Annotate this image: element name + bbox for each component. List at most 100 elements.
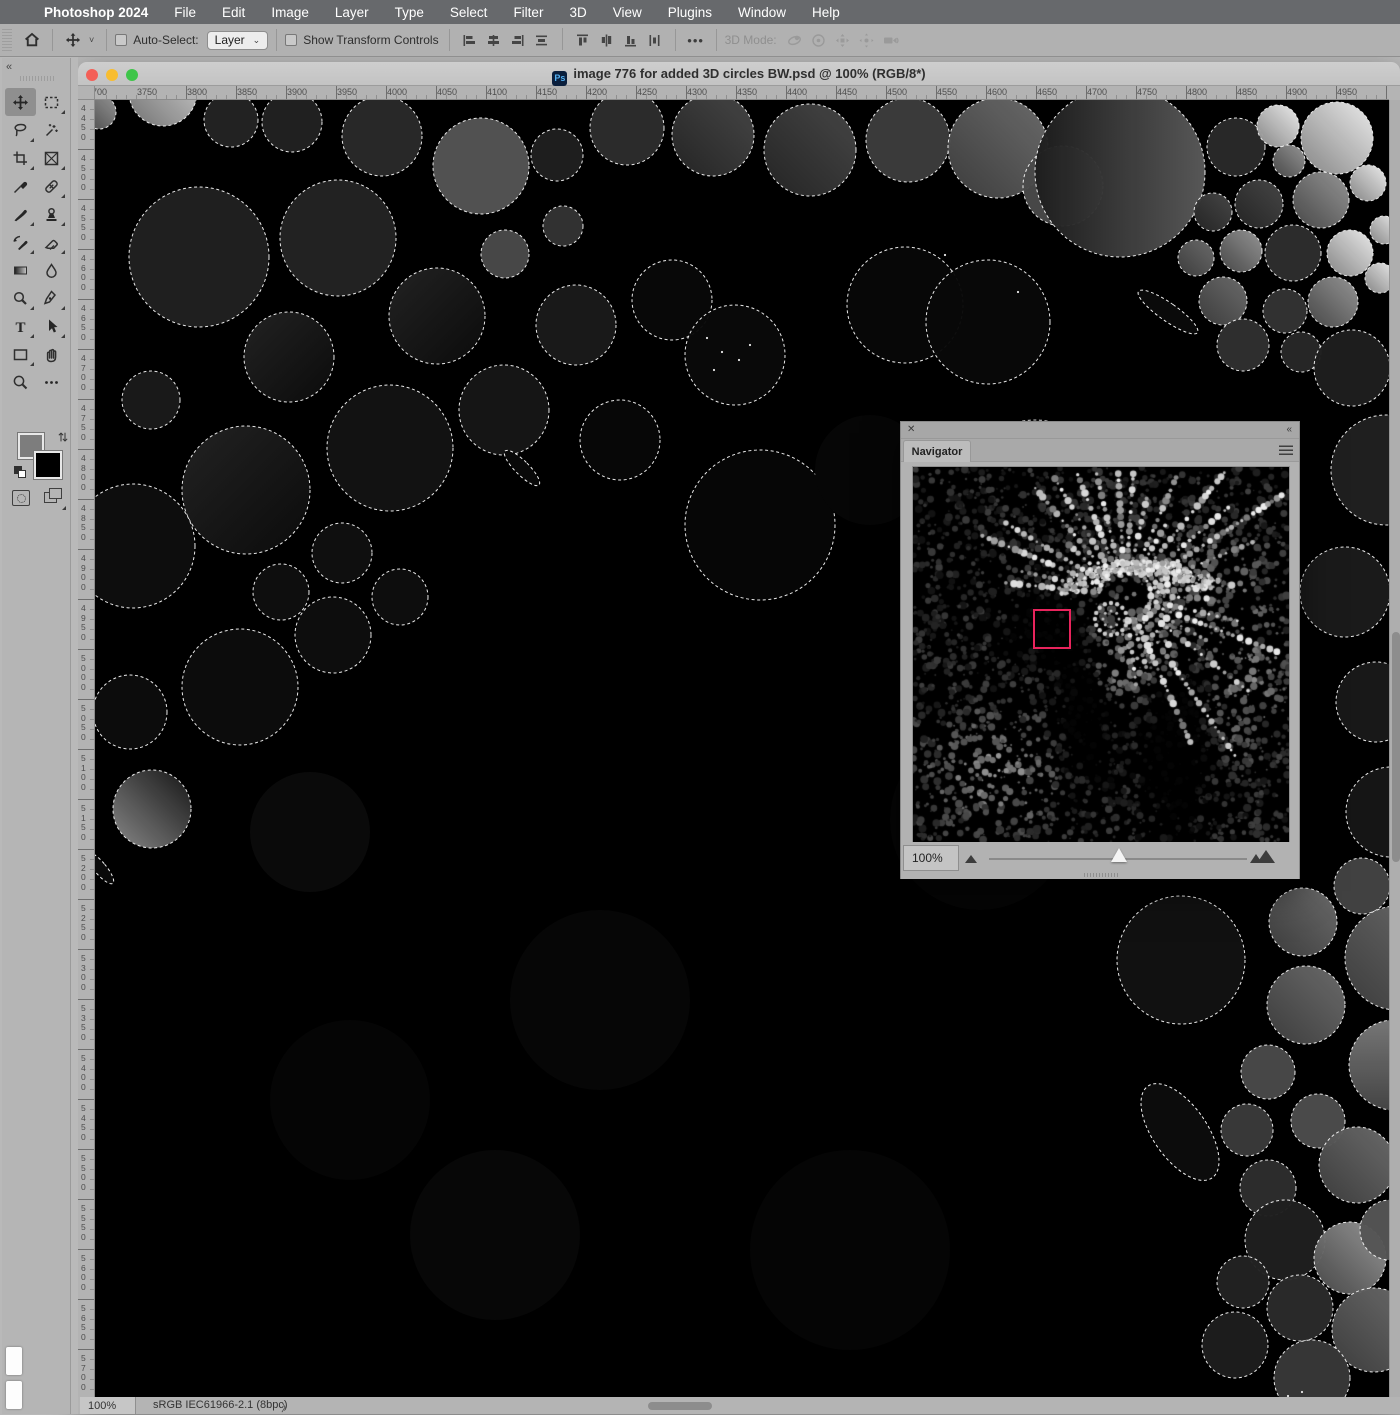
vruler-label: 5 6 5 0 xyxy=(81,1303,86,1342)
align-horizontal-centers-icon[interactable] xyxy=(482,28,506,52)
hand-icon xyxy=(46,348,57,362)
tool-move[interactable] xyxy=(5,88,36,116)
screen-mode-button[interactable] xyxy=(44,488,66,510)
hruler-label: 3800 xyxy=(187,87,208,97)
tool-flyout-icon xyxy=(61,194,65,198)
tool-crop[interactable] xyxy=(5,144,36,172)
menu-item-edit[interactable]: Edit xyxy=(222,5,245,20)
tool-flyout-icon xyxy=(30,250,34,254)
tool-zoom[interactable] xyxy=(5,368,36,396)
horizontal-ruler[interactable]: 3700 3750 3800 3850 3900 3950 4000 4050 4100 4150… xyxy=(95,86,1389,100)
options-bar-grip[interactable] xyxy=(2,29,12,51)
show-transform-checkbox[interactable] xyxy=(285,34,298,46)
menu-item-plugins[interactable]: Plugins xyxy=(668,5,712,20)
vertical-ruler[interactable]: 4 4 5 0 4 5 0 0 4 5 5 0 4 6 0 0 4 6 5 0 4 7 0… xyxy=(78,100,95,1397)
tool-dodge[interactable] xyxy=(5,284,36,312)
menu-item-filter[interactable]: Filter xyxy=(513,5,543,20)
menu-item-type[interactable]: Type xyxy=(395,5,424,20)
hruler-label: 4300 xyxy=(687,87,708,97)
menu-item-view[interactable]: View xyxy=(613,5,642,20)
distribute-vertical-icon[interactable] xyxy=(643,28,667,52)
status-chevron-icon[interactable]: 〉 xyxy=(281,1399,292,1415)
tool-type[interactable]: T xyxy=(5,312,36,340)
zoom-out-icon[interactable] xyxy=(965,855,977,863)
horizontal-scrollbar-thumb[interactable] xyxy=(648,1402,712,1410)
collapse-panel-icon[interactable]: « xyxy=(1286,424,1291,435)
docked-panel-placeholder[interactable] xyxy=(6,1347,22,1375)
vertical-scrollbar[interactable] xyxy=(1389,100,1400,1397)
menu-items: File Edit Image Layer Type Select Filter 3D View… xyxy=(148,5,840,20)
tool-rectangular-marquee[interactable] xyxy=(36,88,67,116)
tool-history-brush[interactable] xyxy=(5,228,36,256)
tool-healing-brush[interactable] xyxy=(36,172,67,200)
vertical-scrollbar-thumb[interactable] xyxy=(1391,632,1400,862)
menu-item-select[interactable]: Select xyxy=(450,5,488,20)
swap-colors-icon[interactable]: ⇄ xyxy=(56,432,70,442)
menu-item-image[interactable]: Image xyxy=(271,5,309,20)
tool-magic-wand[interactable] xyxy=(36,116,67,144)
menu-item-layer[interactable]: Layer xyxy=(335,5,369,20)
navigator-zoom-slider-thumb[interactable] xyxy=(1111,848,1127,862)
menu-item-file[interactable]: File xyxy=(174,5,196,20)
move-tool-preset-icon[interactable] xyxy=(61,28,85,52)
docked-panel-placeholder[interactable] xyxy=(6,1381,22,1409)
align-bottom-edges-icon[interactable] xyxy=(619,28,643,52)
zoom-level-field[interactable]: 100% xyxy=(80,1397,136,1414)
auto-select-dropdown[interactable]: Layer ⌄ xyxy=(206,30,269,50)
tool-lasso[interactable] xyxy=(5,116,36,144)
tool-pen[interactable] xyxy=(36,284,67,312)
tool-gradient[interactable] xyxy=(5,256,36,284)
hruler-label: 4900 xyxy=(1287,87,1308,97)
hruler-label: 4650 xyxy=(1037,87,1058,97)
tool-eraser[interactable] xyxy=(36,228,67,256)
tools-panel-grip[interactable] xyxy=(20,76,54,81)
align-icons-group xyxy=(458,28,667,52)
align-middle-icon[interactable] xyxy=(530,28,554,52)
magic-wand-icon xyxy=(45,123,58,136)
tool-hand[interactable] xyxy=(36,340,67,368)
path-select-icon xyxy=(49,319,58,332)
menu-item-3d[interactable]: 3D xyxy=(569,5,586,20)
tool-rectangle[interactable] xyxy=(5,340,36,368)
tool-grid: T xyxy=(5,88,68,396)
navigator-zoom-field[interactable]: 100% xyxy=(903,845,959,871)
show-transform-label: Show Transform Controls xyxy=(303,33,439,47)
app-menu-title[interactable]: Photoshop 2024 xyxy=(44,5,148,20)
navigator-thumbnail[interactable] xyxy=(912,466,1290,843)
align-top-edges-icon[interactable] xyxy=(571,28,595,52)
navigator-proxy-view-rect[interactable] xyxy=(1033,609,1071,649)
brush-icon xyxy=(14,209,27,221)
zoom-in-icon[interactable] xyxy=(1257,850,1275,863)
tool-clone-stamp[interactable] xyxy=(36,200,67,228)
menu-item-window[interactable]: Window xyxy=(738,5,786,20)
panel-menu-icon[interactable] xyxy=(1279,445,1293,455)
menu-item-help[interactable]: Help xyxy=(812,5,840,20)
tool-eyedropper[interactable] xyxy=(5,172,36,200)
collapse-tools-icon[interactable]: « xyxy=(6,61,12,73)
default-colors-icon[interactable] xyxy=(14,466,27,479)
close-panel-icon[interactable]: ✕ xyxy=(907,424,915,435)
tool-blur[interactable] xyxy=(36,256,67,284)
tool-edit-toolbar[interactable] xyxy=(36,368,67,396)
ruler-corner[interactable] xyxy=(78,86,95,100)
panel-resize-grip[interactable] xyxy=(1084,873,1118,877)
quick-mask-button[interactable] xyxy=(12,490,30,506)
tool-frame[interactable] xyxy=(36,144,67,172)
preset-chevron-icon[interactable]: ˅ xyxy=(89,35,94,45)
tool-path-select[interactable] xyxy=(36,312,67,340)
document-title-bar[interactable]: Ps image 776 for added 3D circles BW.psd … xyxy=(78,62,1400,86)
hruler-label: 3900 xyxy=(287,87,308,97)
3d-mode-label: 3D Mode: xyxy=(724,33,777,47)
align-right-edges-icon[interactable] xyxy=(506,28,530,52)
hruler-label: 4250 xyxy=(637,87,658,97)
align-left-edges-icon[interactable] xyxy=(458,28,482,52)
document-title-text: image 776 for added 3D circles BW.psd @ … xyxy=(573,66,926,81)
distribute-horizontal-icon[interactable] xyxy=(595,28,619,52)
lasso-icon xyxy=(14,123,27,136)
tab-navigator[interactable]: Navigator xyxy=(903,440,971,462)
tool-brush[interactable] xyxy=(5,200,36,228)
background-color-swatch[interactable] xyxy=(33,450,63,480)
home-icon[interactable] xyxy=(20,28,44,52)
more-options-icon[interactable]: ••• xyxy=(684,28,708,52)
auto-select-checkbox[interactable] xyxy=(115,34,128,46)
